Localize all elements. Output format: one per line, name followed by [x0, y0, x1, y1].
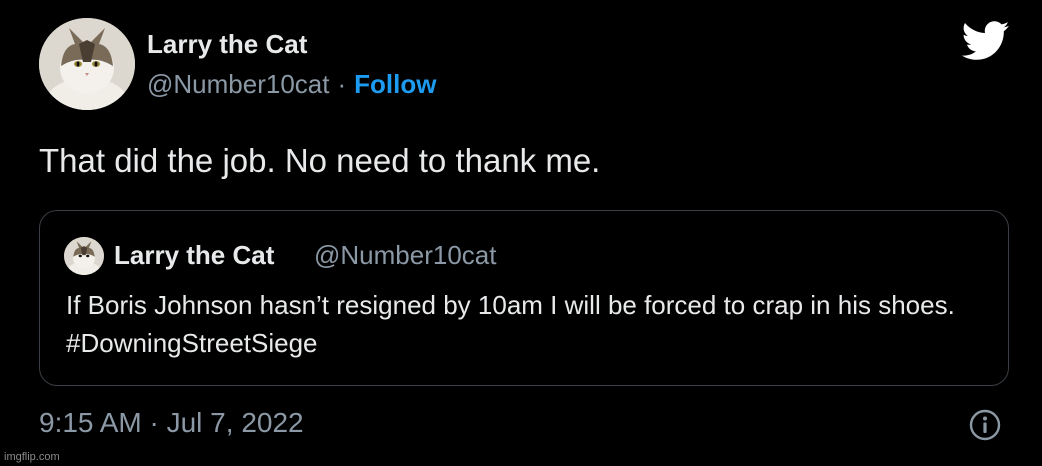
- info-icon[interactable]: [969, 409, 1001, 441]
- author-name[interactable]: Larry the Cat: [147, 29, 307, 60]
- tweet-card: Larry the Cat @Number10cat · Follow That d…: [0, 0, 1042, 466]
- cat-avatar-image: [39, 18, 135, 110]
- imgflip-watermark: imgflip.com: [4, 451, 60, 463]
- tweet-timestamp[interactable]: 9:15 AM · Jul 7, 2022: [39, 407, 304, 439]
- author-avatar[interactable]: [39, 18, 135, 110]
- follow-button[interactable]: Follow: [354, 69, 436, 99]
- quoted-author-handle: @Number10cat: [314, 240, 497, 270]
- cat-avatar-image: [64, 237, 104, 275]
- tweet-text: That did the job. No need to thank me.: [39, 142, 601, 179]
- quoted-author-name: Larry the Cat: [114, 240, 275, 270]
- author-handle[interactable]: @Number10cat: [147, 69, 329, 99]
- meta-separator: ·: [337, 69, 347, 99]
- author-meta: @Number10cat · Follow: [147, 69, 436, 100]
- quoted-tweet-text: If Boris Johnson hasn’t resigned by 10am…: [66, 290, 955, 358]
- quoted-tweet[interactable]: Larry the Cat @Number10cat If Boris John…: [39, 210, 1009, 386]
- twitter-bird-icon[interactable]: [962, 21, 1010, 61]
- quoted-author-avatar: [64, 237, 104, 275]
